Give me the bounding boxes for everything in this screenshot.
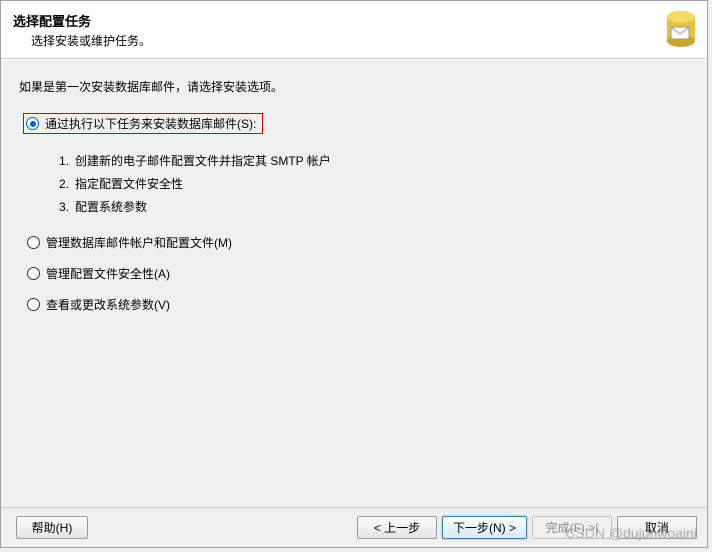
help-button[interactable]: 帮助(H)	[16, 516, 88, 539]
option-manage-security[interactable]: 管理配置文件安全性(A)	[23, 263, 689, 284]
radio-label: 管理配置文件安全性(A)	[46, 265, 170, 282]
radio-icon	[27, 267, 40, 280]
radio-label: 通过执行以下任务来安装数据库邮件(S):	[45, 115, 256, 132]
wizard-body: 如果是第一次安装数据库邮件，请选择安装选项。 通过执行以下任务来安装数据库邮件(…	[1, 59, 707, 507]
step-num: 2.	[59, 173, 69, 196]
wizard-header: 选择配置任务 选择安装或维护任务。	[1, 1, 707, 59]
header-text-block: 选择配置任务 选择安装或维护任务。	[13, 11, 695, 49]
radio-icon	[26, 117, 39, 130]
radio-label: 查看或更改系统参数(V)	[46, 296, 170, 313]
option-install[interactable]: 通过执行以下任务来安装数据库邮件(S):	[23, 113, 263, 134]
page-title: 选择配置任务	[13, 11, 695, 30]
list-item: 1. 创建新的电子邮件配置文件并指定其 SMTP 帐户	[59, 150, 689, 173]
radio-icon	[27, 298, 40, 311]
install-steps: 1. 创建新的电子邮件配置文件并指定其 SMTP 帐户 2. 指定配置文件安全性…	[59, 150, 689, 218]
radio-label: 管理数据库邮件帐户和配置文件(M)	[46, 234, 232, 251]
step-text: 指定配置文件安全性	[75, 173, 183, 196]
list-item: 3. 配置系统参数	[59, 196, 689, 219]
intro-text: 如果是第一次安装数据库邮件，请选择安装选项。	[19, 78, 689, 95]
wizard-dialog: 选择配置任务 选择安装或维护任务。 如果是第一次安装数据库邮件，请选择安装选项。…	[0, 0, 708, 548]
step-num: 1.	[59, 150, 69, 173]
option-view-params[interactable]: 查看或更改系统参数(V)	[23, 294, 689, 315]
list-item: 2. 指定配置文件安全性	[59, 173, 689, 196]
wizard-footer: 帮助(H) < 上一步 下一步(N) > 完成(F) >| 取消	[1, 507, 707, 547]
radio-icon	[27, 236, 40, 249]
task-options: 通过执行以下任务来安装数据库邮件(S): 1. 创建新的电子邮件配置文件并指定其…	[23, 113, 689, 315]
option-manage-accounts[interactable]: 管理数据库邮件帐户和配置文件(M)	[23, 232, 689, 253]
step-text: 创建新的电子邮件配置文件并指定其 SMTP 帐户	[75, 150, 331, 173]
database-mail-icon	[651, 5, 699, 53]
step-num: 3.	[59, 196, 69, 219]
back-button[interactable]: < 上一步	[357, 516, 437, 539]
cancel-button[interactable]: 取消	[617, 516, 697, 539]
page-subtitle: 选择安装或维护任务。	[31, 32, 695, 49]
next-button[interactable]: 下一步(N) >	[442, 516, 527, 539]
finish-button: 完成(F) >|	[532, 516, 612, 539]
step-text: 配置系统参数	[75, 196, 147, 219]
